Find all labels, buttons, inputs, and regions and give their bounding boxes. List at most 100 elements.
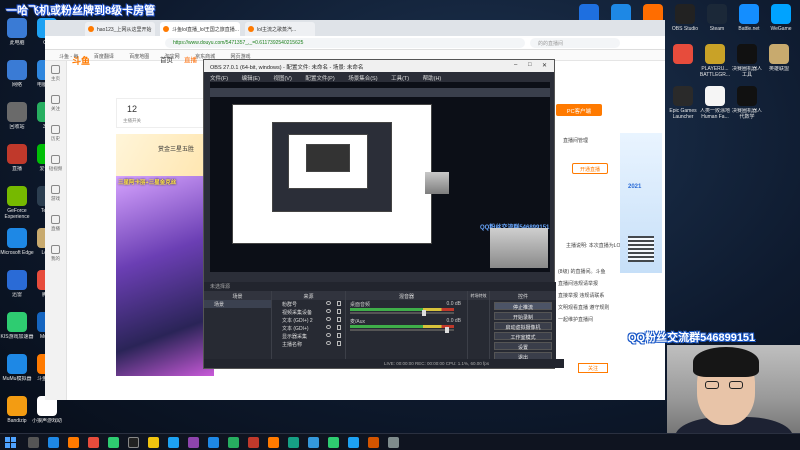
browser-tab[interactable]: hao123_上网从这里开始 xyxy=(85,22,155,36)
desktop-icon[interactable]: 小狼声游戏助 xyxy=(30,396,64,430)
search-icon[interactable] xyxy=(28,437,39,448)
taskbar-app-icon[interactable] xyxy=(248,437,259,448)
wechat-icon[interactable] xyxy=(328,437,339,448)
qq-taskbar-icon[interactable] xyxy=(348,437,359,448)
eye-icon[interactable] xyxy=(326,333,331,337)
eye-icon[interactable] xyxy=(326,325,331,329)
source-item[interactable]: 文本 (GDI+) 2 xyxy=(272,316,345,324)
nav-home-link[interactable]: 首页 xyxy=(160,54,173,64)
desktop-icon[interactable]: KIS游戏加速器 xyxy=(0,312,34,346)
desktop-icon[interactable] xyxy=(666,44,700,78)
stop-stream-button[interactable]: 停止推流 xyxy=(494,302,552,311)
obs-preview-canvas[interactable]: QQ粉丝交流群546899151 xyxy=(210,82,550,272)
eye-icon[interactable] xyxy=(326,317,331,321)
desktop-icon[interactable]: Steam xyxy=(700,4,734,38)
desktop-icon[interactable]: 直播 xyxy=(0,144,34,178)
desktop-icon[interactable]: 网络 xyxy=(0,60,34,94)
taskbar-app-icon[interactable] xyxy=(168,437,179,448)
start-recording-button[interactable]: 开始录制 xyxy=(494,312,552,321)
volume-knob[interactable] xyxy=(422,310,426,316)
close-icon[interactable]: ✕ xyxy=(542,62,547,69)
bounty-banner[interactable]: 赏金三星五胜 xyxy=(116,134,206,178)
lock-icon[interactable] xyxy=(337,341,341,346)
desktop-icon[interactable]: Bandizip xyxy=(0,396,34,430)
taskbar-app-icon[interactable] xyxy=(88,437,99,448)
taskbar-app-icon[interactable] xyxy=(368,437,379,448)
lock-icon[interactable] xyxy=(337,325,341,330)
taskbar-app-icon[interactable] xyxy=(228,437,239,448)
volume-slider[interactable] xyxy=(350,310,454,316)
source-item[interactable]: 粉群号 xyxy=(272,300,345,308)
taskbar-app-icon[interactable] xyxy=(68,437,79,448)
desktop-icon[interactable]: Epic Games Launcher xyxy=(666,86,700,120)
desktop-icon[interactable]: WeGame xyxy=(764,4,798,38)
tab-title: hao123_上网从这里开始 xyxy=(97,27,152,33)
desktop-icon[interactable]: Microsoft Edge xyxy=(0,228,34,262)
douyu-taskbar-icon[interactable] xyxy=(268,437,279,448)
bookmark-item[interactable]: 百度翻译 xyxy=(94,54,114,60)
pc-client-button[interactable]: PC客户端 xyxy=(556,104,602,116)
desktop-icon[interactable]: Battle.net xyxy=(732,4,766,38)
lock-icon[interactable] xyxy=(337,317,341,322)
taskbar-app-icon[interactable] xyxy=(48,437,59,448)
sidebar-item-live[interactable]: 直播 xyxy=(45,211,66,241)
source-item[interactable]: 主播名称 xyxy=(272,340,345,348)
start-live-button[interactable]: 开通直播 xyxy=(572,163,608,174)
sidebar-item-shorts[interactable]: 短视频 xyxy=(45,151,66,181)
desktop-icon[interactable]: 迅雷 xyxy=(0,270,34,304)
lock-icon[interactable] xyxy=(337,301,341,306)
desktop-icon[interactable]: 决赛圈机器人工具 xyxy=(730,44,764,78)
desktop-icon[interactable]: PLAYERU... BATTLEGR... xyxy=(698,44,732,78)
desktop-icon[interactable]: 决赛圈机器人代数学 xyxy=(730,86,764,120)
desktop-icon[interactable]: 此电脑 xyxy=(0,18,34,52)
sidebar-item-games[interactable]: 游戏 xyxy=(45,181,66,211)
eye-icon[interactable] xyxy=(326,309,331,313)
studio-mode-button[interactable]: 工作室模式 xyxy=(494,332,552,341)
edge-icon[interactable] xyxy=(208,437,219,448)
douyu-logo[interactable]: 斗鱼 xyxy=(72,54,90,67)
desktop-icon[interactable]: GeForce Experience xyxy=(0,186,34,220)
taskbar-app-icon[interactable] xyxy=(108,437,119,448)
scene-item[interactable]: 场景 xyxy=(204,300,271,308)
url-field[interactable]: https://www.douyu.com/5471357_,_=0.61173… xyxy=(165,38,525,48)
obs-status-bar: LIVE: 00:00:00 REC: 00:00:00 CPU: 1.1%, … xyxy=(204,359,564,368)
bookmark-item[interactable]: 百度地图 xyxy=(129,54,149,60)
lock-icon[interactable] xyxy=(337,333,341,338)
live-video-player[interactable]: 三星阿卡丽+三星金克丝 xyxy=(116,176,214,376)
volume-slider[interactable] xyxy=(350,327,454,333)
taskbar-app-icon[interactable] xyxy=(288,437,299,448)
browser-tab[interactable]: lol主流之歌蒸汽... xyxy=(245,22,315,36)
source-item[interactable]: 显示器采集 xyxy=(272,332,345,340)
taskbar-app-icon[interactable] xyxy=(308,437,319,448)
eye-icon[interactable] xyxy=(326,341,331,345)
taskbar-app-icon[interactable] xyxy=(188,437,199,448)
desktop-icon-label: 人类一败涂地 Human Fa... xyxy=(699,108,730,120)
nav-live-link[interactable]: 直播 xyxy=(184,54,197,64)
lock-icon[interactable] xyxy=(337,309,341,314)
sidebar-item-follow[interactable]: 关注 xyxy=(45,91,66,121)
eye-icon[interactable] xyxy=(326,301,331,305)
windows-start-icon[interactable] xyxy=(5,437,16,448)
virtual-camera-button[interactable]: 启动虚拟摄像机 xyxy=(494,322,552,331)
follow-button[interactable]: 关注 xyxy=(578,363,608,373)
source-item[interactable]: 视频采集设备 xyxy=(272,308,345,316)
desktop-icon[interactable]: OBS Studio xyxy=(668,4,702,38)
sidebar-item-history[interactable]: 历史 xyxy=(45,121,66,151)
sidebar-item-mine[interactable]: 我的 xyxy=(45,241,66,271)
browser-tab-active[interactable]: 斗鱼lol直播_lol王国之旅直播... xyxy=(160,22,240,36)
obs-taskbar-icon[interactable] xyxy=(128,437,139,448)
sidebar-item-home[interactable]: 主页 xyxy=(45,61,66,91)
settings-button[interactable]: 设置 xyxy=(494,342,552,351)
desktop-icon[interactable]: 人类一败涂地 Human Fa... xyxy=(698,86,732,120)
maximize-icon[interactable]: □ xyxy=(528,62,532,68)
folder-icon[interactable] xyxy=(148,437,159,448)
minimize-icon[interactable]: – xyxy=(514,62,517,68)
taskbar-app-icon[interactable] xyxy=(388,437,399,448)
live-manage-link[interactable]: 直播间管理 xyxy=(563,137,588,144)
desktop-icon[interactable]: MuMu模拟器 xyxy=(0,354,34,388)
source-item[interactable]: 文本 (GDI+) xyxy=(272,324,345,332)
browser-search-input[interactable]: 的的直播间 xyxy=(530,38,620,48)
desktop-icon[interactable]: 英雄联盟 xyxy=(762,44,796,78)
desktop-icon[interactable]: 回收站 xyxy=(0,102,34,136)
volume-knob[interactable] xyxy=(445,327,449,333)
